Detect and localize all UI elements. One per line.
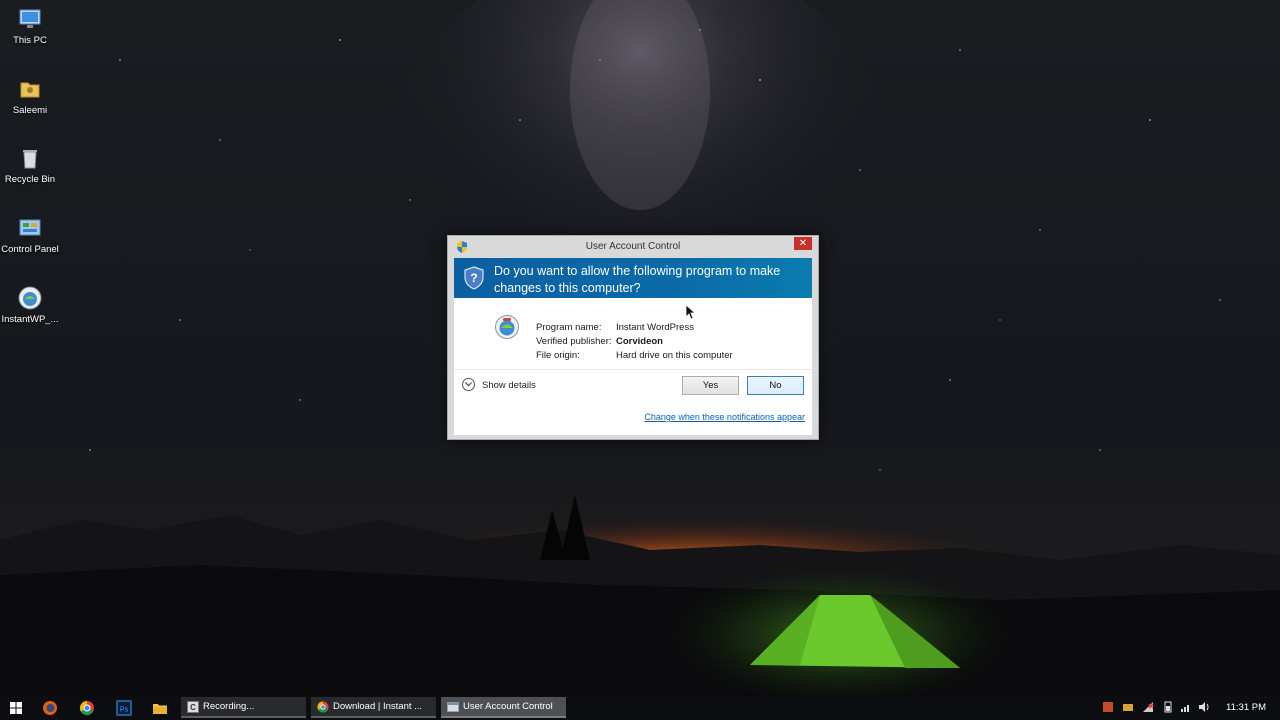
taskbar-item-label: Download | Instant ...	[333, 701, 423, 712]
title-bar[interactable]: User Account Control ✕	[448, 236, 818, 258]
publisher-value: Corvideon	[616, 336, 663, 347]
desktop-icon-recycle-bin[interactable]: Recycle Bin	[0, 145, 60, 185]
program-name-label: Program name:	[536, 322, 602, 333]
recorder-icon: C	[187, 701, 199, 713]
change-notifications-link[interactable]: Change when these notifications appear	[644, 412, 805, 422]
taskbar-item-label: Recording...	[203, 701, 255, 712]
file-origin-label: File origin:	[536, 350, 580, 361]
taskbar: Ps C Recording... Download | Instant ...…	[0, 696, 1280, 720]
program-name-value: Instant WordPress	[616, 322, 694, 333]
file-explorer-icon[interactable]	[151, 699, 169, 717]
taskbar-item-uac[interactable]: User Account Control	[441, 697, 566, 718]
svg-text:Ps: Ps	[120, 707, 129, 714]
question-banner: ? Do you want to allow the following pro…	[454, 258, 812, 298]
divider	[454, 369, 812, 370]
publisher-label: Verified publisher:	[536, 336, 612, 347]
file-origin-value: Hard drive on this computer	[616, 350, 733, 361]
volume-icon[interactable]	[1198, 701, 1210, 713]
computer-icon	[19, 9, 41, 28]
desktop-icon-this-pc[interactable]: This PC	[0, 6, 60, 46]
desktop-icon-instantwp[interactable]: InstantWP_...	[0, 285, 60, 325]
uac-dialog: User Account Control ✕ ? Do you want to …	[447, 235, 819, 440]
app-tray-icon[interactable]	[1102, 701, 1114, 713]
shield-question-icon: ?	[464, 266, 484, 290]
chrome-icon[interactable]	[78, 699, 96, 717]
svg-text:C: C	[190, 703, 196, 712]
no-button[interactable]: No	[747, 376, 804, 395]
battery-icon[interactable]	[1162, 701, 1174, 713]
folder-tray-icon[interactable]	[1122, 701, 1134, 713]
firefox-icon[interactable]	[41, 699, 59, 717]
yes-button[interactable]: Yes	[682, 376, 739, 395]
start-icon[interactable]	[7, 699, 25, 717]
desktop-icon-control-panel[interactable]: Control Panel	[0, 215, 60, 255]
desktop-icon-label: This PC	[13, 35, 47, 46]
user-folder-icon	[20, 82, 40, 98]
dialog-body: ? Do you want to allow the following pro…	[454, 258, 812, 435]
signal-icon[interactable]	[1180, 701, 1192, 713]
desktop-icon-label: Saleemi	[12, 105, 48, 116]
close-button[interactable]: ✕	[794, 237, 812, 250]
taskbar-item-download[interactable]: Download | Instant ...	[311, 697, 436, 718]
network-tray-icon[interactable]	[1142, 701, 1154, 713]
dialog-title: User Account Control	[585, 241, 681, 252]
mouse-cursor-icon	[686, 305, 696, 320]
desktop-icon-label: InstantWP_...	[1, 314, 59, 325]
desktop-icon-label: Recycle Bin	[4, 174, 56, 185]
taskbar-item-label: User Account Control	[463, 701, 553, 712]
chevron-down-icon	[462, 378, 475, 391]
uac-window-icon	[447, 702, 459, 712]
chrome-icon	[317, 701, 329, 713]
question-text: Do you want to allow the following progr…	[494, 264, 781, 295]
show-details-label: Show details	[482, 380, 536, 391]
desktop-icon-label: Control Panel	[1, 244, 59, 255]
taskbar-item-recording[interactable]: C Recording...	[181, 697, 306, 718]
desktop-icon-saleemi[interactable]: Saleemi	[0, 76, 60, 116]
photoshop-icon[interactable]: Ps	[115, 699, 133, 717]
clock[interactable]: 11:31 PM	[1226, 702, 1266, 713]
recycle-bin-icon	[23, 150, 37, 169]
instantwp-icon	[18, 286, 42, 310]
program-icon	[495, 315, 519, 339]
control-panel-icon	[19, 219, 41, 236]
svg-text:?: ?	[470, 271, 477, 285]
